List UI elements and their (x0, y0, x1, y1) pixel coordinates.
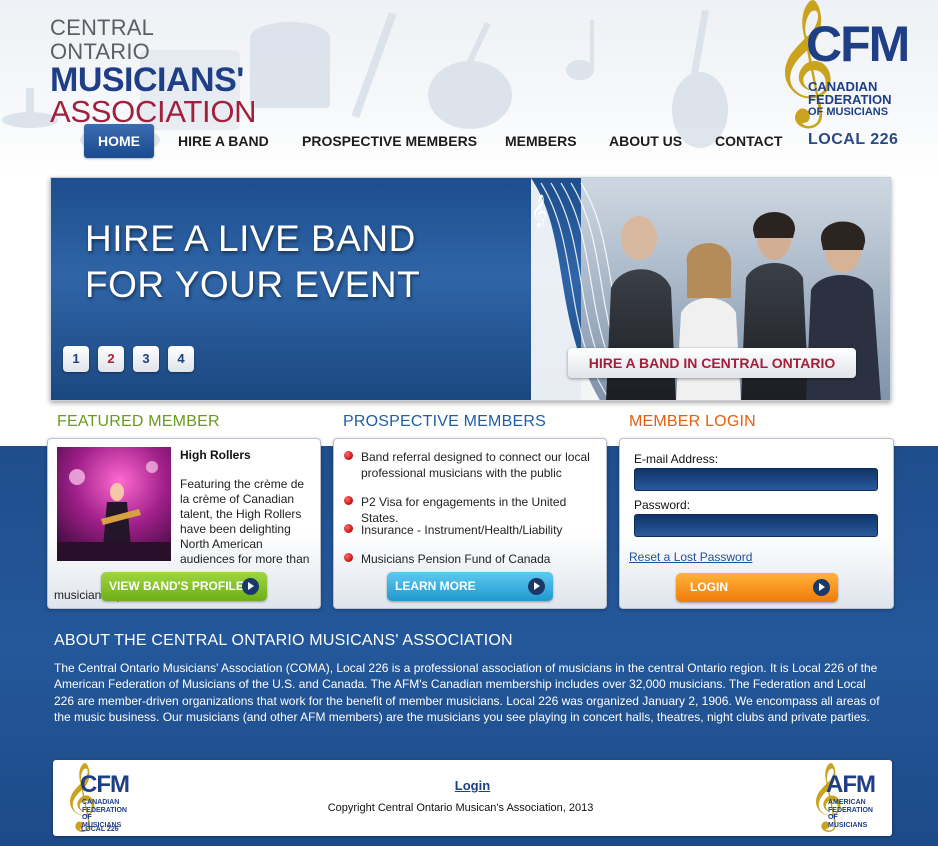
prospective-members-panel: Band referral designed to connect our lo… (333, 438, 607, 609)
arrow-right-icon (813, 579, 830, 596)
password-label: Password: (634, 498, 691, 512)
red-bullet-icon (344, 451, 353, 460)
cfm-sub-line: FEDERATION (808, 92, 892, 107)
learn-more-label: LEARN MORE (395, 579, 476, 593)
footer-cfm-logo[interactable]: 𝄞 CFM CANADIAN FEDERATION OF MUSICIANS L… (63, 763, 130, 833)
nav-prospective-members[interactable]: PROSPECTIVE MEMBERS (302, 124, 477, 158)
logo-line-musicians: MUSICIANS' (50, 61, 244, 99)
hire-band-cta-button[interactable]: HIRE A BAND IN CENTRAL ONTARIO (568, 348, 856, 378)
slide-dot-4[interactable]: 4 (168, 346, 194, 372)
slide-dot-1[interactable]: 1 (63, 346, 89, 372)
about-paragraph: The Central Ontario Musicians' Associati… (54, 661, 880, 724)
svg-text:𝄞: 𝄞 (531, 194, 548, 228)
about-heading: ABOUT THE CENTRAL ONTARIO MUSICANS' ASSO… (54, 632, 513, 649)
email-label: E-mail Address: (634, 452, 719, 466)
list-item: Band referral designed to connect our lo… (342, 449, 602, 481)
red-bullet-icon (344, 524, 353, 533)
prospective-members-heading: PROSPECTIVE MEMBERS (343, 413, 546, 430)
benefit-text: P2 Visa for engagements in the United St… (361, 495, 567, 525)
view-band-profile-label: VIEW BAND'S PROFILE (109, 579, 244, 593)
site-footer: 𝄞 CFM CANADIAN FEDERATION OF MUSICIANS L… (53, 760, 892, 836)
footer-afm-logo[interactable]: 𝄞 AFM AMERICAN FEDERATION OF MUSICIANS (809, 763, 876, 833)
arrow-right-icon (242, 578, 259, 595)
list-item: Musicians Pension Fund of Canada (342, 551, 602, 567)
hero-headline-line: HIRE A LIVE BAND (85, 218, 416, 259)
local-number: LOCAL 226 (808, 131, 899, 148)
nav-hire-a-band[interactable]: HIRE A BAND (178, 124, 269, 158)
nav-members[interactable]: MEMBERS (505, 124, 577, 158)
cfm-logo[interactable]: 𝄞 CFM CANADIAN FEDERATION OF MUSICIANS (772, 2, 910, 127)
footer-afm-mark: AFM (826, 771, 876, 798)
list-item: Insurance - Instrument/Health/Liability (342, 522, 602, 538)
nav-contact[interactable]: CONTACT (715, 124, 782, 158)
featured-band-description: Featuring the crème de la crème of Canad… (180, 477, 310, 565)
footer-afm-subtitle: AMERICAN FEDERATION OF MUSICIANS (828, 799, 873, 829)
footer-login-wrapper: Login (53, 778, 892, 793)
login-button-label: LOGIN (690, 580, 728, 594)
red-bullet-icon (344, 496, 353, 505)
cfm-logo-mark: CFM (806, 16, 910, 72)
coma-logo[interactable]: CENTRAL ONTARIO MUSICIANS' ASSOCIATION (50, 15, 257, 128)
hero-headline: HIRE A LIVE BAND FOR YOUR EVENT (85, 216, 420, 308)
member-login-panel: E-mail Address: Password: Reset a Lost P… (619, 438, 894, 609)
footer-login-link[interactable]: Login (455, 778, 490, 793)
benefit-text: Band referral designed to connect our lo… (361, 450, 590, 480)
learn-more-button[interactable]: LEARN MORE (387, 572, 553, 601)
view-band-profile-button[interactable]: VIEW BAND'S PROFILE (101, 572, 267, 601)
featured-band-name: High Rollers (180, 448, 251, 462)
logo-line-central-ontario: CENTRAL ONTARIO (50, 15, 154, 64)
cfm-sub-line: OF MUSICIANS (808, 106, 889, 118)
featured-member-heading: FEATURED MEMBER (57, 413, 220, 430)
email-field[interactable] (634, 468, 878, 491)
site-header: CENTRAL ONTARIO MUSICIANS' ASSOCIATION 𝄞… (0, 0, 938, 175)
member-login-heading: MEMBER LOGIN (629, 413, 756, 430)
nav-home[interactable]: HOME (84, 124, 154, 158)
benefit-text: Musicians Pension Fund of Canada (361, 552, 551, 566)
nav-about-us[interactable]: ABOUT US (609, 124, 682, 158)
login-button[interactable]: LOGIN (676, 573, 838, 602)
hero-slider: HIRE A LIVE BAND FOR YOUR EVENT 𝄞 1 2 3 … (50, 177, 891, 401)
reset-password-link[interactable]: Reset a Lost Password (629, 550, 752, 564)
slide-dot-2[interactable]: 2 (98, 346, 124, 372)
password-field[interactable] (634, 514, 878, 537)
featured-member-panel: High Rollers Featuring the crème de la c… (47, 438, 321, 609)
slide-dot-3[interactable]: 3 (133, 346, 159, 372)
featured-band-photo (57, 447, 171, 561)
red-bullet-icon (344, 553, 353, 562)
cfm-logo-subtitle: CANADIAN FEDERATION OF MUSICIANS (808, 80, 892, 119)
copyright-text: Copyright Central Ontario Musican's Asso… (327, 802, 594, 814)
benefit-text: Insurance - Instrument/Health/Liability (361, 523, 563, 537)
arrow-right-icon (528, 578, 545, 595)
footer-cfm-local: LOCAL 226 (81, 826, 119, 833)
hero-headline-line: FOR YOUR EVENT (85, 264, 421, 305)
